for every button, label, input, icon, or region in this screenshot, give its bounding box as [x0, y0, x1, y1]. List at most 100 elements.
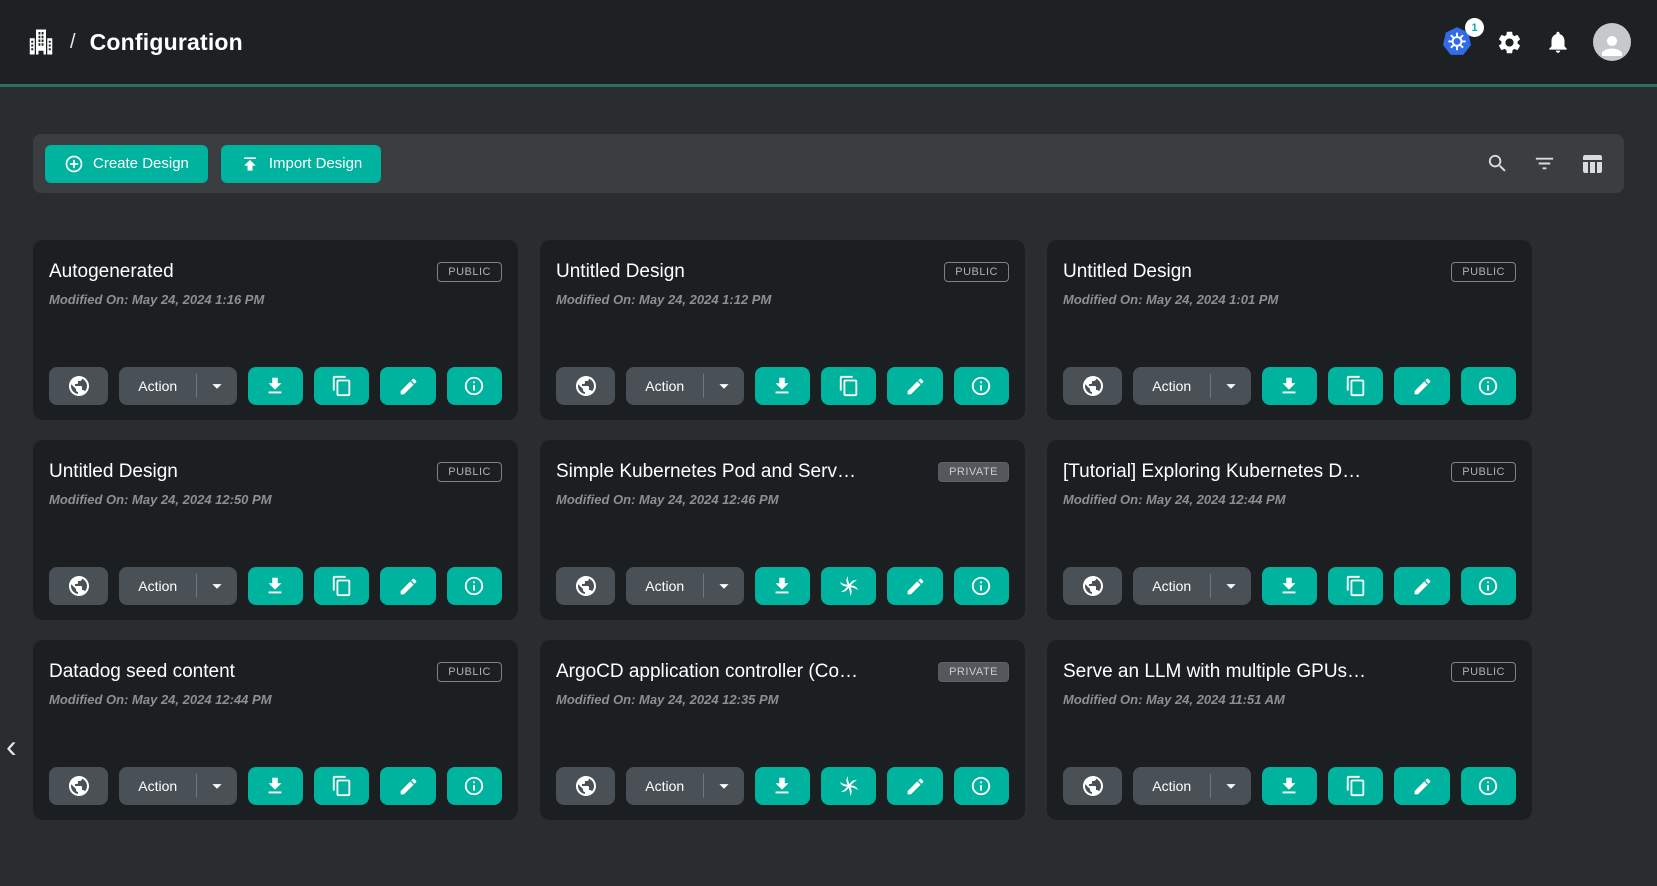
edit-button[interactable]: [1394, 567, 1449, 605]
search-icon[interactable]: [1486, 152, 1509, 175]
action-button[interactable]: Action: [119, 367, 196, 405]
globe-icon: [67, 374, 91, 398]
modified-on: Modified On: May 24, 2024 12:50 PM: [49, 492, 502, 507]
modified-on: Modified On: May 24, 2024 1:16 PM: [49, 292, 502, 307]
info-button[interactable]: [1461, 567, 1516, 605]
user-avatar[interactable]: [1593, 23, 1631, 61]
edit-button[interactable]: [887, 567, 942, 605]
info-button[interactable]: [1461, 767, 1516, 805]
pencil-icon: [905, 376, 926, 397]
settings-gear-icon[interactable]: [1496, 29, 1523, 56]
action-button[interactable]: Action: [626, 567, 703, 605]
publish-globe-button[interactable]: [1063, 767, 1122, 805]
chevron-down-icon: [1220, 575, 1242, 597]
import-design-button[interactable]: Import Design: [221, 145, 381, 183]
publish-globe-button[interactable]: [49, 367, 108, 405]
action-button[interactable]: Action: [1133, 367, 1210, 405]
action-button[interactable]: Action: [626, 767, 703, 805]
action-dropdown-button[interactable]: [1211, 767, 1251, 805]
action-dropdown-button[interactable]: [197, 367, 237, 405]
design-card: Serve an LLM with multiple GPUs… PUBLIC …: [1047, 640, 1532, 820]
action-dropdown-button[interactable]: [197, 767, 237, 805]
clone-button[interactable]: [821, 567, 876, 605]
edit-button[interactable]: [380, 367, 435, 405]
pencil-icon: [1412, 376, 1433, 397]
clone-button[interactable]: [1328, 567, 1383, 605]
download-button[interactable]: [1262, 767, 1317, 805]
upload-icon: [240, 154, 260, 174]
kubernetes-context-button[interactable]: 1: [1440, 25, 1474, 59]
pinwheel-icon: [837, 574, 861, 598]
download-button[interactable]: [248, 567, 303, 605]
action-button[interactable]: Action: [1133, 767, 1210, 805]
publish-globe-button[interactable]: [556, 567, 615, 605]
edit-button[interactable]: [887, 367, 942, 405]
clone-button[interactable]: [1328, 367, 1383, 405]
action-dropdown-button[interactable]: [704, 567, 744, 605]
download-button[interactable]: [755, 367, 810, 405]
copy-icon: [1345, 375, 1367, 397]
publish-globe-button[interactable]: [49, 767, 108, 805]
clone-button[interactable]: [314, 567, 369, 605]
visibility-badge: PUBLIC: [437, 462, 502, 482]
edit-button[interactable]: [380, 767, 435, 805]
download-icon: [771, 575, 793, 597]
publish-globe-button[interactable]: [49, 567, 108, 605]
action-split-button: Action: [119, 367, 236, 405]
info-button[interactable]: [447, 767, 502, 805]
action-dropdown-button[interactable]: [704, 367, 744, 405]
action-dropdown-button[interactable]: [197, 567, 237, 605]
publish-globe-button[interactable]: [556, 767, 615, 805]
copy-icon: [838, 375, 860, 397]
card-actions: Action: [556, 567, 1009, 605]
edit-button[interactable]: [380, 567, 435, 605]
copy-icon: [331, 775, 353, 797]
chevron-down-icon: [206, 575, 228, 597]
download-button[interactable]: [1262, 567, 1317, 605]
clone-button[interactable]: [821, 767, 876, 805]
action-button[interactable]: Action: [1133, 567, 1210, 605]
action-dropdown-button[interactable]: [1211, 367, 1251, 405]
download-button[interactable]: [1262, 367, 1317, 405]
info-button[interactable]: [447, 567, 502, 605]
clone-button[interactable]: [314, 367, 369, 405]
card-actions: Action: [556, 767, 1009, 805]
publish-globe-button[interactable]: [556, 367, 615, 405]
publish-globe-button[interactable]: [1063, 367, 1122, 405]
notifications-bell-icon[interactable]: [1545, 29, 1571, 55]
organization-building-icon[interactable]: [26, 27, 56, 57]
info-button[interactable]: [447, 367, 502, 405]
edit-button[interactable]: [1394, 367, 1449, 405]
sidebar-collapse-chevron[interactable]: ‹: [2, 728, 21, 764]
action-button[interactable]: Action: [119, 567, 196, 605]
clone-button[interactable]: [821, 367, 876, 405]
download-button[interactable]: [755, 767, 810, 805]
edit-button[interactable]: [887, 767, 942, 805]
info-button[interactable]: [954, 367, 1009, 405]
chevron-down-icon: [713, 775, 735, 797]
info-button[interactable]: [954, 567, 1009, 605]
clone-button[interactable]: [1328, 767, 1383, 805]
design-title: Datadog seed content: [49, 661, 235, 683]
download-button[interactable]: [248, 367, 303, 405]
action-button[interactable]: Action: [119, 767, 196, 805]
action-button[interactable]: Action: [626, 367, 703, 405]
action-dropdown-button[interactable]: [1211, 567, 1251, 605]
table-view-icon[interactable]: [1580, 152, 1604, 176]
filter-icon[interactable]: [1533, 152, 1556, 175]
info-button[interactable]: [1461, 367, 1516, 405]
card-actions: Action: [556, 367, 1009, 405]
clone-button[interactable]: [314, 767, 369, 805]
download-button[interactable]: [755, 567, 810, 605]
action-dropdown-button[interactable]: [704, 767, 744, 805]
edit-button[interactable]: [1394, 767, 1449, 805]
publish-globe-button[interactable]: [1063, 567, 1122, 605]
info-button[interactable]: [954, 767, 1009, 805]
visibility-badge: PUBLIC: [1451, 662, 1516, 682]
download-button[interactable]: [248, 767, 303, 805]
card-actions: Action: [49, 567, 502, 605]
action-split-button: Action: [119, 567, 236, 605]
create-design-button[interactable]: Create Design: [45, 145, 208, 183]
design-card: Autogenerated PUBLIC Modified On: May 24…: [33, 240, 518, 420]
download-icon: [1278, 575, 1300, 597]
